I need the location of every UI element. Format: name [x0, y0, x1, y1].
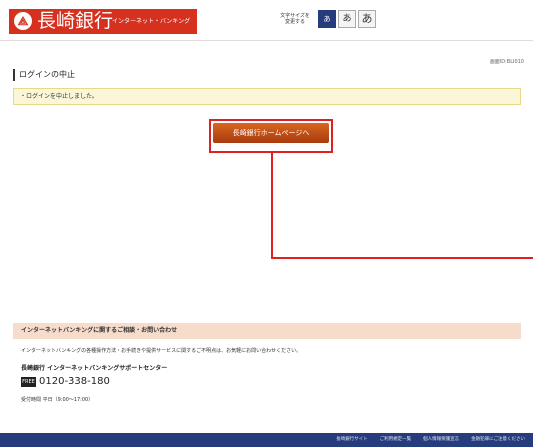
contact-heading: インターネットバンキングに関するご相談・お問い合わせ [13, 323, 521, 339]
support-phone[interactable]: 0120-338-180 [39, 376, 110, 388]
header-divider [0, 40, 533, 41]
footer-link-bank-site[interactable]: 長崎銀行サイト [336, 433, 368, 447]
homepage-button[interactable]: 長崎銀行ホームページへ [213, 123, 329, 143]
service-name: インターネット・バンキング [112, 18, 191, 25]
support-hours: 受付時間 平日（9:00～17:00） [21, 397, 94, 403]
fontsize-medium-button[interactable]: あ [338, 10, 356, 28]
bank-logo[interactable]: ⟁ 長崎銀行 インターネット・バンキング [9, 9, 197, 34]
free-dial-icon: FREE [21, 377, 36, 387]
contact-description: インターネットバンキングの各種操作方法・お手続きや提供サービスに関するご不明点は… [21, 348, 302, 354]
callout-line-horizontal [271, 257, 533, 259]
screen-id: 画面ID:BLI010 [489, 59, 524, 65]
header: ⟁ 長崎銀行 インターネット・バンキング 文字サイズを変更する あ あ あ [0, 0, 533, 40]
footer-link-privacy[interactable]: 個人情報保護宣言 [423, 433, 459, 447]
support-center-name: 長崎銀行 インターネットバンキングサポートセンター [21, 365, 168, 372]
footer-link-fraud-warning[interactable]: 金融犯罪にご注意ください [471, 433, 525, 447]
footer-link-terms[interactable]: ご利用規定一覧 [380, 433, 412, 447]
status-message: ・ログインを中止しました。 [13, 88, 521, 105]
callout-line-vertical [271, 153, 273, 258]
fontsize-large-button[interactable]: あ [358, 10, 376, 28]
footer-links: 長崎銀行サイト ご利用規定一覧 個人情報保護宣言 金融犯罪にご注意ください [336, 433, 525, 447]
fontsize-small-button[interactable]: あ [318, 10, 336, 28]
bank-name: 長崎銀行 [37, 10, 114, 32]
fontsize-label: 文字サイズを変更する [280, 13, 310, 25]
bank-logo-icon: ⟁ [14, 12, 32, 30]
page-title: ログインの中止 [13, 69, 75, 81]
page: ⟁ 長崎銀行 インターネット・バンキング 文字サイズを変更する あ あ あ 画面… [0, 0, 533, 447]
footer: 長崎銀行サイト ご利用規定一覧 個人情報保護宣言 金融犯罪にご注意ください [0, 433, 533, 447]
